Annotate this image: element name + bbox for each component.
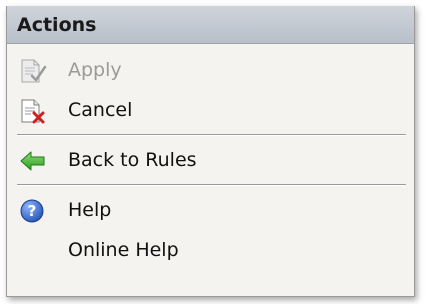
back-to-rules-label: Back to Rules bbox=[68, 149, 197, 171]
online-help-action[interactable]: Online Help bbox=[7, 230, 414, 270]
help-label: Help bbox=[68, 199, 112, 221]
edit-actions-group: Apply Cancel bbox=[7, 44, 414, 130]
cancel-action[interactable]: Cancel bbox=[7, 90, 414, 130]
help-action[interactable]: ? Help bbox=[7, 190, 414, 230]
green-back-arrow-icon bbox=[19, 148, 47, 174]
back-to-rules-action[interactable]: Back to Rules bbox=[7, 140, 414, 180]
document-check-icon bbox=[19, 58, 47, 84]
apply-action[interactable]: Apply bbox=[7, 50, 414, 90]
divider bbox=[17, 184, 406, 186]
actions-panel-header: Actions bbox=[7, 6, 414, 44]
actions-panel: Actions Apply Cancel Back to Rules ? Hel… bbox=[6, 6, 415, 297]
divider bbox=[17, 134, 406, 136]
document-cancel-icon bbox=[19, 98, 47, 124]
actions-panel-title: Actions bbox=[17, 13, 97, 36]
svg-text:?: ? bbox=[28, 202, 37, 220]
cancel-label: Cancel bbox=[68, 99, 133, 121]
apply-label: Apply bbox=[68, 59, 122, 81]
help-icon: ? bbox=[19, 198, 47, 224]
online-help-label: Online Help bbox=[68, 239, 179, 261]
